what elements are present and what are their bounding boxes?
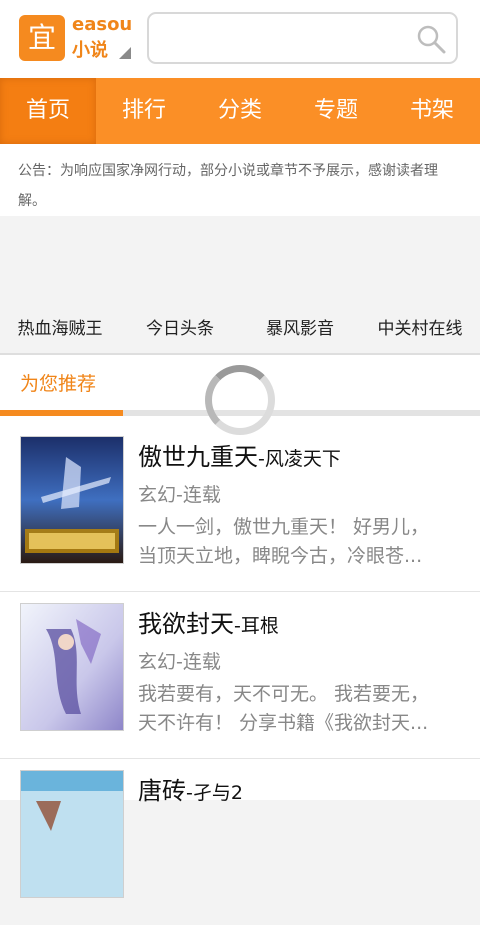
main-nav: 首页 排行 分类 专题 书架 (0, 78, 480, 144)
notice-text: 公告：为响应国家净网行动，部分小说或章节不予展示，感谢读者理解。 (18, 163, 438, 209)
book-cover[interactable] (20, 770, 124, 898)
book-cover[interactable] (20, 436, 124, 564)
nav-tab-bookshelf[interactable]: 书架 (384, 78, 480, 144)
nav-tab-home[interactable]: 首页 (0, 78, 96, 144)
book-item[interactable]: 傲世九重天-风凌天下 玄幻-连载 一人一剑，傲世九重天！ 好男儿， 当顶天立地，… (0, 425, 480, 592)
logo-text-en[interactable]: easou (72, 14, 132, 35)
logo-icon[interactable]: 宜 (19, 15, 65, 61)
book-author: -耳根 (234, 615, 279, 637)
quick-links: 热血海贼王 今日头条 暴风影音 中关村在线 (0, 305, 480, 353)
quick-link-zol[interactable]: 中关村在线 (360, 305, 480, 353)
search-icon[interactable] (416, 24, 446, 54)
book-description: 一人一剑，傲世九重天！ 好男儿， 当顶天立地，睥睨今古，冷眼苍... (138, 513, 458, 571)
book-item[interactable]: 我欲封天-耳根 玄幻-连载 我若要有，天不可无。 我若要无， 天不许有！ 分享书… (0, 592, 480, 759)
search-box[interactable] (147, 12, 458, 64)
tab-indicator (0, 410, 123, 416)
nav-tab-category[interactable]: 分类 (192, 78, 288, 144)
nav-tab-topics[interactable]: 专题 (288, 78, 384, 144)
book-description-line: 当顶天立地，睥睨今古，冷眼苍... (138, 545, 423, 567)
book-title[interactable]: 傲世九重天 (138, 443, 258, 471)
quick-link-baofeng[interactable]: 暴风影音 (240, 305, 360, 353)
book-item[interactable]: 唐砖-孑与2 (0, 759, 480, 925)
book-title-line[interactable]: 傲世九重天-风凌天下 (138, 437, 341, 472)
book-cover[interactable] (20, 603, 124, 731)
book-title[interactable]: 我欲封天 (138, 610, 234, 638)
book-category: 玄幻-连载 (138, 484, 221, 506)
book-title-line[interactable]: 唐砖-孑与2 (138, 771, 243, 806)
book-title[interactable]: 唐砖 (138, 777, 186, 805)
book-description: 我若要有，天不可无。 我若要无， 天不许有！ 分享书籍《我欲封天... (138, 680, 458, 738)
search-input[interactable] (159, 20, 413, 58)
book-title-line[interactable]: 我欲封天-耳根 (138, 604, 279, 639)
book-author: -风凌天下 (258, 448, 341, 470)
recommend-tab[interactable]: 为您推荐 (20, 369, 96, 396)
nav-tab-ranking[interactable]: 排行 (96, 78, 192, 144)
quick-link-toutiao[interactable]: 今日头条 (120, 305, 240, 353)
book-author: -孑与2 (186, 782, 243, 804)
app-header: 宜 easou 小说 (0, 0, 480, 78)
book-description-line: 我若要有，天不可无。 我若要无， (138, 683, 430, 705)
notice-banner: 公告：为响应国家净网行动，部分小说或章节不予展示，感谢读者理解。 (0, 144, 480, 216)
loading-spinner-icon (205, 365, 275, 435)
logo-dropdown-icon[interactable] (119, 47, 131, 59)
quick-link-one-piece[interactable]: 热血海贼王 (0, 305, 120, 353)
book-category: 玄幻-连载 (138, 651, 221, 673)
book-description-line: 一人一剑，傲世九重天！ 好男儿， (138, 516, 430, 538)
logo-text-cn[interactable]: 小说 (72, 36, 108, 62)
book-description-line: 天不许有！ 分享书籍《我欲封天... (138, 712, 429, 734)
